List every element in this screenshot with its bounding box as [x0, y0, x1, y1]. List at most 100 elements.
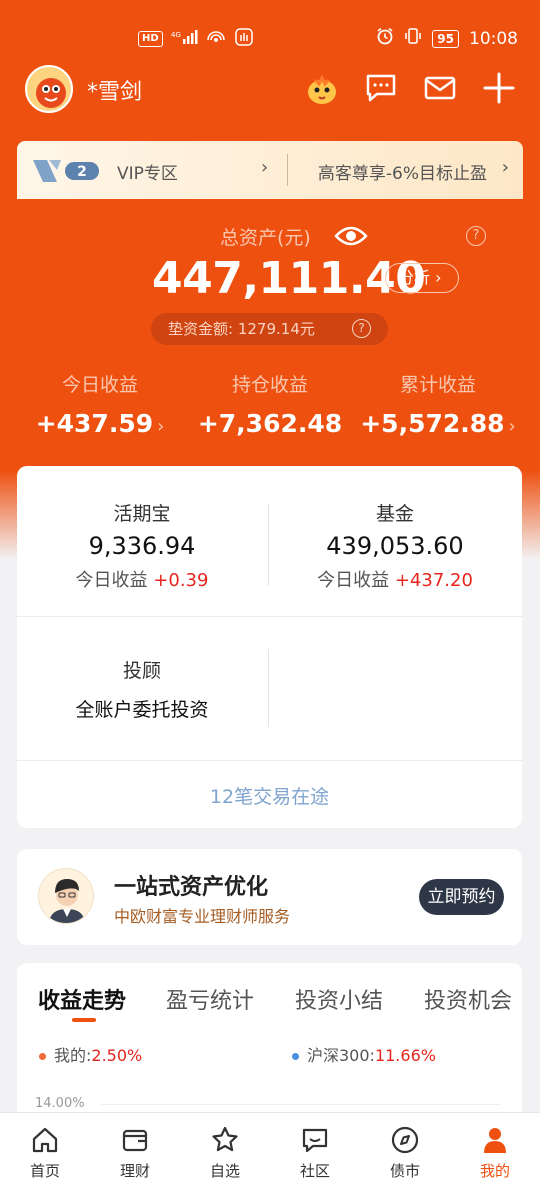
- fund-title: 基金: [375, 503, 414, 525]
- username[interactable]: *雪剑: [87, 74, 142, 106]
- legend-dot: [292, 1053, 299, 1060]
- divider: [268, 649, 269, 727]
- advisor-avatar: [38, 868, 94, 924]
- nav-label: 我的: [479, 1162, 510, 1180]
- vibrate-icon: [404, 27, 422, 50]
- advisor-promo-card[interactable]: 一站式资产优化 中欧财富专业理财师服务 立即预约: [17, 849, 522, 945]
- nav-label: 理财: [119, 1162, 150, 1180]
- person-icon: [484, 1128, 506, 1153]
- mascot-icon[interactable]: [303, 70, 339, 106]
- message-icon[interactable]: [363, 70, 399, 106]
- stat-today-gain[interactable]: 今日收益 +437.59 ›: [10, 370, 190, 438]
- chat-icon: [302, 1128, 328, 1153]
- legend-value: 2.50%: [91, 1046, 143, 1065]
- trend-card: 收益走势 盈亏统计 投资小结 投资机会 我的:2.50% 沪深300:11.66…: [17, 963, 522, 1123]
- divider: [17, 616, 522, 617]
- cash-gain-label: 今日收益: [75, 570, 148, 591]
- pad-amount-label: 垫资金额:: [168, 320, 234, 338]
- fund-gain-label: 今日收益: [317, 570, 390, 591]
- chevron-right-icon: ›: [157, 416, 165, 437]
- advisor-cell[interactable]: 投顾 全账户委托投资: [17, 656, 267, 722]
- gesture-icon: [234, 28, 253, 49]
- clock: 10:08: [469, 28, 518, 49]
- chevron-right-icon: ›: [501, 157, 509, 178]
- stat-value: +437.59: [35, 409, 154, 438]
- nav-label: 首页: [29, 1162, 60, 1180]
- cash-value: 9,336.94: [88, 532, 196, 560]
- tab-investment-summary[interactable]: 投资小结: [295, 983, 383, 1015]
- chevron-right-icon: ›: [508, 416, 516, 437]
- nav-bond-market[interactable]: 债市: [360, 1113, 450, 1188]
- fund-value: 439,053.60: [326, 532, 464, 560]
- svg-text:2: 2: [77, 164, 87, 180]
- nav-community[interactable]: 社区: [270, 1113, 360, 1188]
- divider: [287, 154, 288, 186]
- chevron-right-icon: ›: [261, 157, 269, 178]
- eye-icon[interactable]: [334, 222, 368, 250]
- trend-tabs: 收益走势 盈亏统计 投资小结 投资机会: [17, 983, 522, 1023]
- divider: [17, 760, 522, 761]
- home-icon: [32, 1127, 58, 1153]
- legend-dot: [39, 1053, 46, 1060]
- y-axis-tick: 14.00%: [35, 1096, 85, 1111]
- in-transit-link[interactable]: 12笔交易在途: [17, 782, 522, 809]
- add-icon[interactable]: [481, 70, 517, 106]
- analysis-button-label: 分析: [398, 268, 431, 287]
- vip-level-logo: 2: [31, 158, 101, 184]
- alarm-icon: [376, 27, 394, 50]
- stat-value: +5,572.88: [360, 409, 505, 438]
- stat-value: +7,362.48: [197, 409, 343, 438]
- legend-csi300: 沪深300:11.66%: [292, 1042, 436, 1066]
- nav-home[interactable]: 首页: [0, 1113, 90, 1188]
- bottom-nav: 首页 理财 自选 社区 债市 我的: [0, 1112, 540, 1188]
- advisor-value: 全账户委托投资: [75, 699, 209, 721]
- vip-zone-label: VIP专区: [117, 164, 178, 184]
- cash-gain-value: +0.39: [153, 570, 209, 591]
- vip-banner[interactable]: 2 VIP专区 › 高客尊享-6%目标止盈 ›: [17, 141, 523, 199]
- stat-holding-gain: 持仓收益 +7,362.48: [180, 370, 360, 438]
- nav-watchlist[interactable]: 自选: [180, 1113, 270, 1188]
- legend-mine: 我的:2.50%: [39, 1042, 142, 1066]
- analysis-button[interactable]: 分析 ›: [385, 263, 459, 293]
- legend-value: 11.66%: [374, 1046, 436, 1065]
- stat-label: 今日收益: [61, 374, 138, 396]
- nav-label: 自选: [209, 1162, 240, 1180]
- help-icon[interactable]: ?: [466, 226, 486, 246]
- fund-cell[interactable]: 基金 439,053.60 今日收益 +437.20: [270, 499, 520, 592]
- active-tab-indicator: [72, 1018, 96, 1022]
- pad-amount-pill[interactable]: 垫资金额: 1279.14元 ?: [151, 313, 388, 345]
- legend-label: 我的:: [54, 1046, 92, 1065]
- divider: [268, 504, 269, 586]
- stat-label: 累计收益: [399, 374, 476, 396]
- avatar[interactable]: [25, 65, 73, 113]
- stat-label: 持仓收益: [231, 374, 308, 396]
- tab-opportunities[interactable]: 投资机会: [424, 983, 512, 1015]
- tab-gain-trend[interactable]: 收益走势: [38, 983, 126, 1015]
- mail-icon[interactable]: [422, 70, 458, 106]
- holdings-card: 活期宝 9,336.94 今日收益 +0.39 基金 439,053.60 今日…: [17, 466, 522, 828]
- nav-label: 社区: [299, 1162, 330, 1180]
- help-icon[interactable]: ?: [352, 319, 371, 338]
- hd-badge: HD: [138, 30, 163, 47]
- promo-subtitle: 中欧财富专业理财师服务: [114, 907, 291, 926]
- nav-label: 债市: [389, 1162, 420, 1180]
- svg-text:4G: 4G: [171, 31, 181, 39]
- stat-total-gain[interactable]: 累计收益 +5,572.88 ›: [348, 370, 528, 438]
- top-header: *雪剑: [0, 62, 540, 118]
- hotspot-icon: [206, 29, 227, 48]
- nav-wealth[interactable]: 理财: [90, 1113, 180, 1188]
- compass-icon: [391, 1126, 419, 1154]
- vip-promo-text[interactable]: 高客尊享-6%目标止盈: [318, 159, 487, 184]
- star-icon: [212, 1126, 238, 1152]
- cash-cell[interactable]: 活期宝 9,336.94 今日收益 +0.39: [17, 499, 267, 592]
- cash-title: 活期宝: [113, 503, 171, 525]
- tab-profit-loss[interactable]: 盈亏统计: [166, 983, 254, 1015]
- advisor-title: 投顾: [122, 660, 161, 682]
- nav-mine[interactable]: 我的: [450, 1113, 540, 1188]
- legend-label: 沪深300:: [307, 1046, 375, 1065]
- wallet-icon: [122, 1129, 148, 1152]
- total-assets-label: 总资产(元): [220, 227, 311, 249]
- battery-icon: 95: [432, 29, 459, 48]
- book-now-button[interactable]: 立即预约: [419, 879, 504, 915]
- fund-gain-value: +437.20: [394, 570, 473, 591]
